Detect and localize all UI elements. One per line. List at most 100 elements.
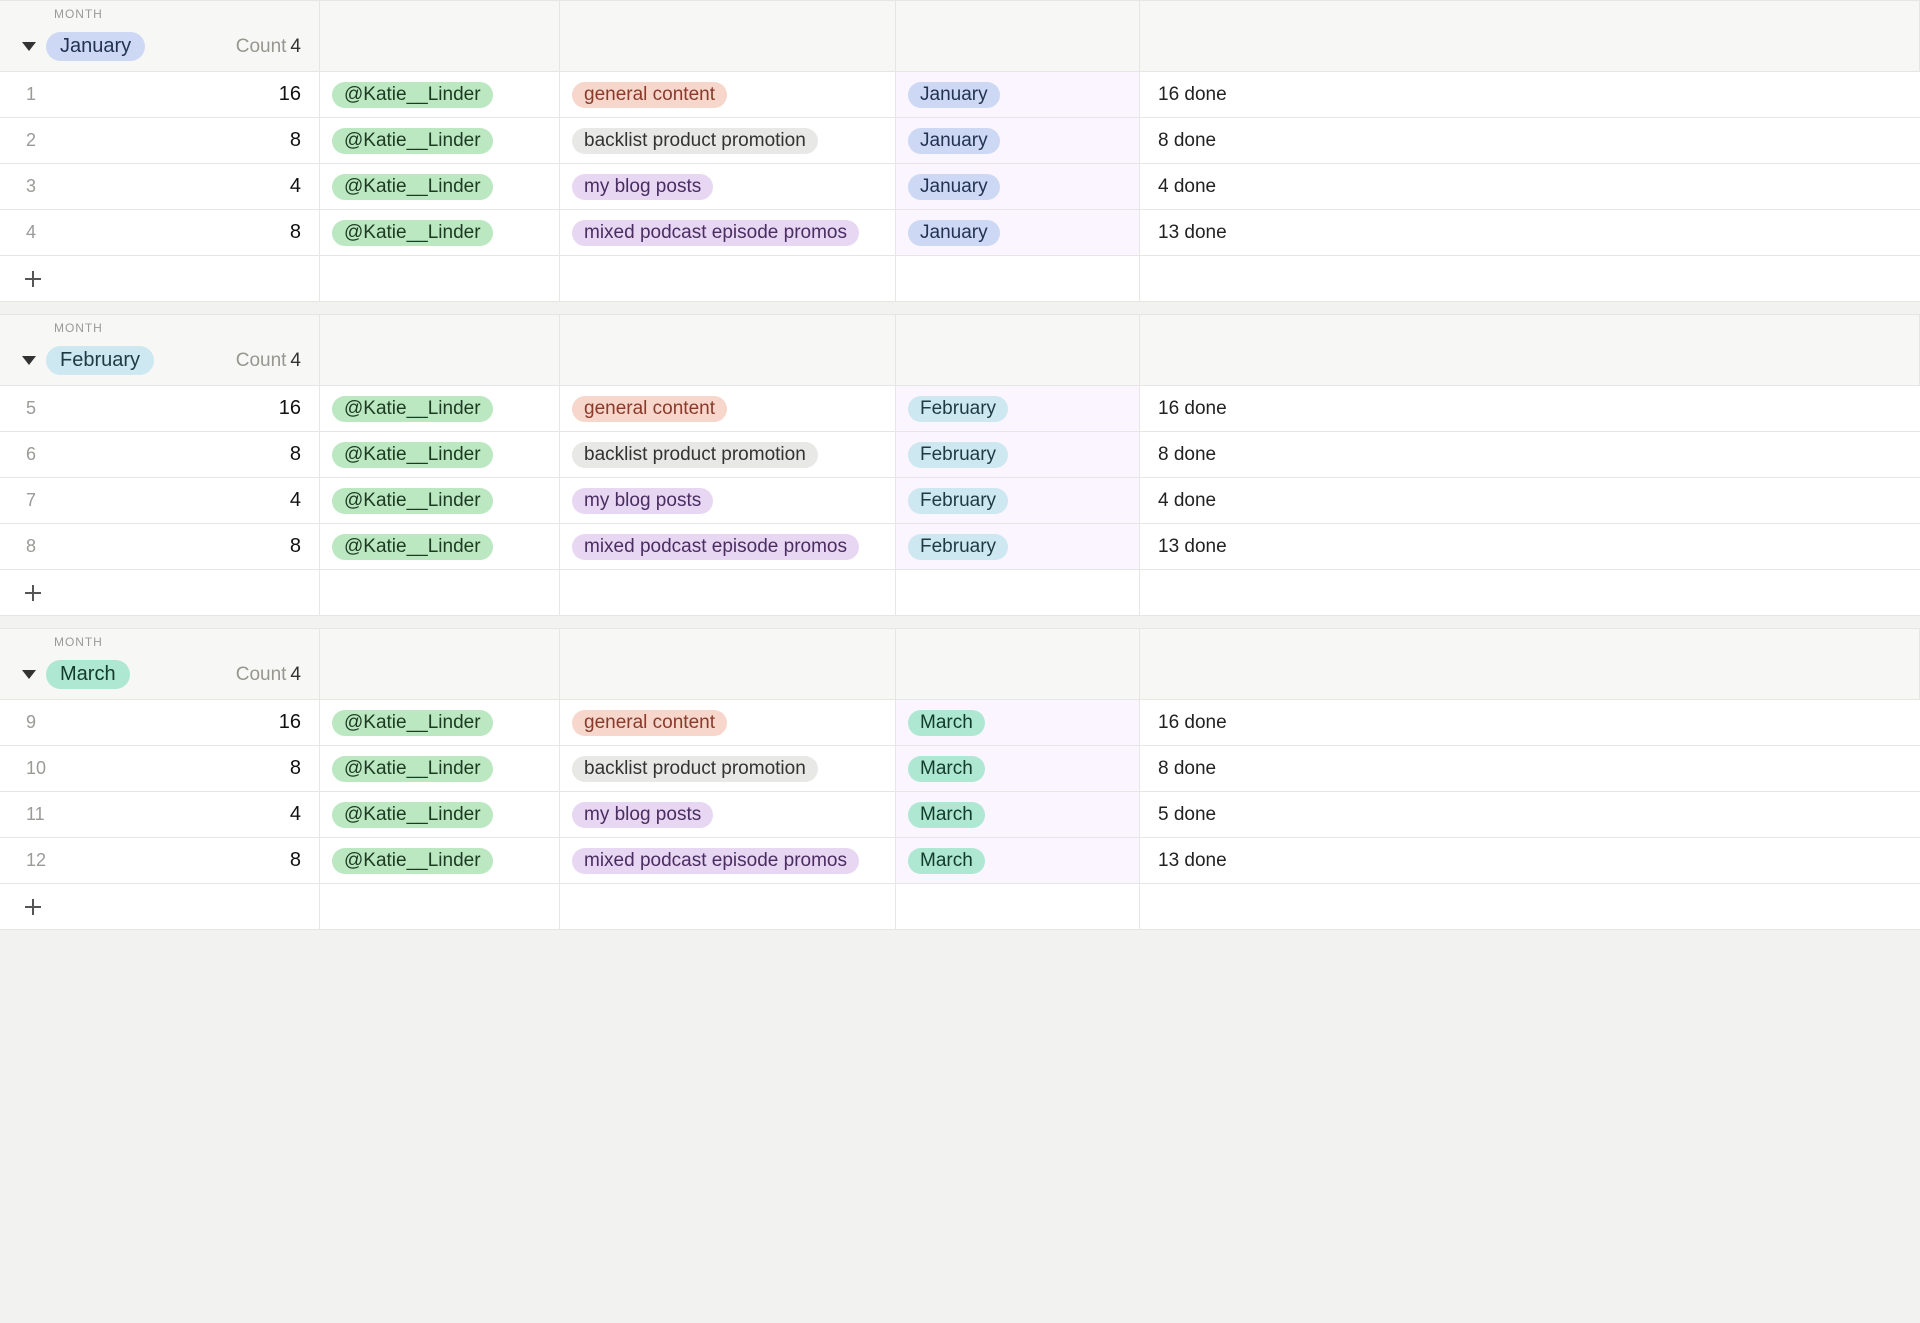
handle-pill[interactable]: @Katie__Linder xyxy=(332,442,493,468)
table-row[interactable]: 108@Katie__Linder backlist product promot… xyxy=(0,746,1920,792)
tag-pill[interactable]: mixed podcast episode promos xyxy=(572,534,859,560)
handle-pill[interactable]: @Katie__Linder xyxy=(332,220,493,246)
cell-handle[interactable]: @Katie__Linder xyxy=(320,72,560,117)
cell-tag[interactable]: mixed podcast episode promos xyxy=(560,210,896,255)
cell-number[interactable]: 74 xyxy=(0,478,320,523)
cell-tag[interactable]: my blog posts xyxy=(560,792,896,837)
tag-pill[interactable]: mixed podcast episode promos xyxy=(572,848,859,874)
handle-pill[interactable]: @Katie__Linder xyxy=(332,174,493,200)
month-pill[interactable]: January xyxy=(908,174,1000,200)
cell-status[interactable]: 16 done xyxy=(1140,700,1920,745)
cell-number[interactable]: 34 xyxy=(0,164,320,209)
table-row[interactable]: 88 @Katie__Linder mixed podcast episode pr… xyxy=(0,524,1920,570)
add-row[interactable] xyxy=(0,570,1920,616)
cell-month[interactable]: January xyxy=(896,164,1140,209)
table-row[interactable]: 116 @Katie__Linder general content January 1… xyxy=(0,72,1920,118)
cell-status[interactable]: 8 done xyxy=(1140,118,1920,163)
tag-pill[interactable]: general content xyxy=(572,710,727,736)
month-pill[interactable]: January xyxy=(908,82,1000,108)
cell-tag[interactable]: general content xyxy=(560,700,896,745)
cell-month[interactable]: January xyxy=(896,72,1140,117)
table-row[interactable]: 516 @Katie__Linder general content February… xyxy=(0,386,1920,432)
month-pill[interactable]: February xyxy=(908,396,1008,422)
cell-status[interactable]: 16 done xyxy=(1140,72,1920,117)
cell-handle[interactable]: @Katie__Linder xyxy=(320,792,560,837)
table-row[interactable]: 114 @Katie__Linder my blog posts March 5 don… xyxy=(0,792,1920,838)
group-month-pill[interactable]: February xyxy=(46,346,154,375)
cell-handle[interactable]: @Katie__Linder xyxy=(320,164,560,209)
cell-tag[interactable]: general content xyxy=(560,72,896,117)
cell-month[interactable]: February xyxy=(896,478,1140,523)
cell-number[interactable]: 68 xyxy=(0,432,320,477)
cell-tag[interactable]: general content xyxy=(560,386,896,431)
cell-handle[interactable]: @Katie__Linder xyxy=(320,524,560,569)
month-pill[interactable]: March xyxy=(908,848,985,874)
cell-status[interactable]: 8 done xyxy=(1140,746,1920,791)
cell-number[interactable]: 28 xyxy=(0,118,320,163)
add-row[interactable] xyxy=(0,256,1920,302)
cell-tag[interactable]: mixed podcast episode promos xyxy=(560,838,896,883)
cell-status[interactable]: 8 done xyxy=(1140,432,1920,477)
collapse-caret-icon[interactable] xyxy=(22,356,36,365)
cell-number[interactable]: 48 xyxy=(0,210,320,255)
cell-tag[interactable]: backlist product promotion xyxy=(560,432,896,477)
cell-month[interactable]: January xyxy=(896,210,1140,255)
handle-pill[interactable]: @Katie__Linder xyxy=(332,396,493,422)
handle-pill[interactable]: @Katie__Linder xyxy=(332,534,493,560)
month-pill[interactable]: March xyxy=(908,710,985,736)
cell-handle[interactable]: @Katie__Linder xyxy=(320,432,560,477)
plus-icon[interactable] xyxy=(24,898,42,916)
tag-pill[interactable]: mixed podcast episode promos xyxy=(572,220,859,246)
handle-pill[interactable]: @Katie__Linder xyxy=(332,710,493,736)
cell-number[interactable]: 116 xyxy=(0,72,320,117)
cell-number[interactable]: 88 xyxy=(0,524,320,569)
cell-number[interactable]: 916 xyxy=(0,700,320,745)
cell-status[interactable]: 5 done xyxy=(1140,792,1920,837)
add-row-cell[interactable] xyxy=(0,256,320,301)
collapse-caret-icon[interactable] xyxy=(22,42,36,51)
handle-pill[interactable]: @Katie__Linder xyxy=(332,848,493,874)
tag-pill[interactable]: backlist product promotion xyxy=(572,756,818,782)
cell-number[interactable]: 114 xyxy=(0,792,320,837)
cell-month[interactable]: March xyxy=(896,746,1140,791)
cell-number[interactable]: 128 xyxy=(0,838,320,883)
cell-handle[interactable]: @Katie__Linder xyxy=(320,386,560,431)
month-pill[interactable]: March xyxy=(908,756,985,782)
group-month-pill[interactable]: March xyxy=(46,660,130,689)
cell-number[interactable]: 108 xyxy=(0,746,320,791)
cell-status[interactable]: 13 done xyxy=(1140,838,1920,883)
cell-number[interactable]: 516 xyxy=(0,386,320,431)
month-pill[interactable]: February xyxy=(908,442,1008,468)
cell-handle[interactable]: @Katie__Linder xyxy=(320,478,560,523)
group-month-pill[interactable]: January xyxy=(46,32,145,61)
cell-month[interactable]: February xyxy=(896,524,1140,569)
cell-handle[interactable]: @Katie__Linder xyxy=(320,746,560,791)
cell-month[interactable]: February xyxy=(896,386,1140,431)
handle-pill[interactable]: @Katie__Linder xyxy=(332,802,493,828)
month-pill[interactable]: March xyxy=(908,802,985,828)
add-row-cell[interactable] xyxy=(0,884,320,929)
cell-status[interactable]: 13 done xyxy=(1140,210,1920,255)
month-pill[interactable]: February xyxy=(908,488,1008,514)
cell-month[interactable]: March xyxy=(896,838,1140,883)
collapse-caret-icon[interactable] xyxy=(22,670,36,679)
cell-tag[interactable]: backlist product promotion xyxy=(560,746,896,791)
cell-month[interactable]: March xyxy=(896,700,1140,745)
cell-tag[interactable]: my blog posts xyxy=(560,164,896,209)
plus-icon[interactable] xyxy=(24,270,42,288)
tag-pill[interactable]: my blog posts xyxy=(572,802,713,828)
cell-tag[interactable]: backlist product promotion xyxy=(560,118,896,163)
table-row[interactable]: 28@Katie__Linderbacklist product promoti… xyxy=(0,118,1920,164)
add-row-cell[interactable] xyxy=(0,570,320,615)
handle-pill[interactable]: @Katie__Linder xyxy=(332,82,493,108)
cell-month[interactable]: January xyxy=(896,118,1140,163)
tag-pill[interactable]: general content xyxy=(572,396,727,422)
plus-icon[interactable] xyxy=(24,584,42,602)
cell-status[interactable]: 4 done xyxy=(1140,478,1920,523)
cell-status[interactable]: 13 done xyxy=(1140,524,1920,569)
table-row[interactable]: 48 @Katie__Linder mixed podcast episode pr… xyxy=(0,210,1920,256)
cell-handle[interactable]: @Katie__Linder xyxy=(320,700,560,745)
cell-month[interactable]: March xyxy=(896,792,1140,837)
tag-pill[interactable]: general content xyxy=(572,82,727,108)
tag-pill[interactable]: my blog posts xyxy=(572,488,713,514)
